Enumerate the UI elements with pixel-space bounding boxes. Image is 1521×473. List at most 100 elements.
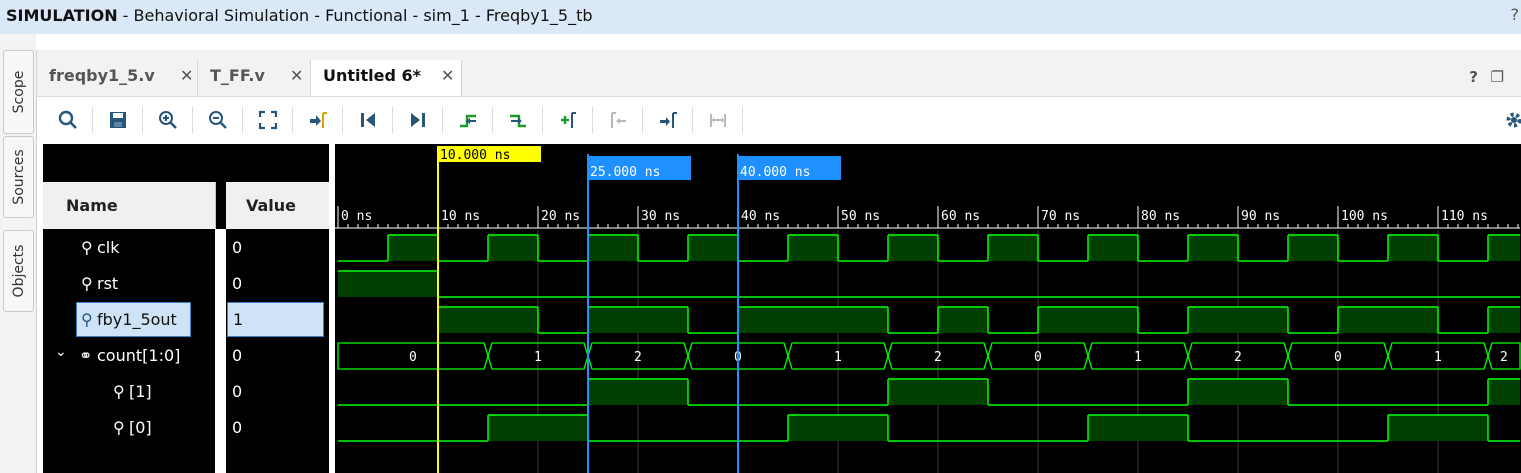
settings-icon[interactable]	[1503, 109, 1521, 131]
value-column-header[interactable]: Value	[226, 182, 329, 229]
bus-icon: ⚭	[79, 346, 93, 365]
fby1-5out-wave-high-fill	[1188, 307, 1288, 333]
help-button[interactable]: ?	[1511, 5, 1520, 24]
ruler-tick-label: 40 ns	[741, 209, 780, 224]
go-to-last-time-icon[interactable]	[407, 109, 429, 131]
side-tab-scope[interactable]: Scope	[3, 50, 34, 134]
clk-wave-high-fill	[588, 235, 638, 261]
count-bus-value: 1	[1434, 350, 1442, 365]
ruler-tick-label: 60 ns	[941, 209, 980, 224]
ruler-tick-label: 80 ns	[1141, 209, 1180, 224]
count1-wave-high-fill	[1188, 379, 1288, 405]
fby1-5out-wave-high-fill	[1038, 307, 1138, 333]
signal-value: 0	[232, 238, 243, 257]
count1-wave-high-fill	[588, 379, 688, 405]
fby1-5out-wave-high-fill	[438, 307, 538, 333]
count0-wave-high-fill	[1088, 415, 1188, 441]
ruler-tick-label: 30 ns	[641, 209, 680, 224]
window-title-bar: SIMULATION - Behavioral Simulation - Fun…	[0, 0, 1521, 34]
signal-row-rst[interactable]: ⚲ rst	[43, 266, 215, 302]
side-tab-objects[interactable]: Objects	[3, 230, 34, 312]
count-bus-value: 2	[934, 350, 942, 365]
name-column-header[interactable]: Name	[43, 182, 216, 229]
clk-wave-high-fill	[1388, 235, 1438, 261]
marker-label: 25.000 ns	[590, 165, 660, 180]
cursor-label: 10.000 ns	[440, 148, 510, 163]
wire-icon: ⚲	[113, 418, 125, 437]
swap-cursors-icon[interactable]	[707, 109, 729, 131]
count-bus-value: 1	[1134, 350, 1142, 365]
ruler-tick-label: 20 ns	[541, 209, 580, 224]
clk-wave-high-fill	[788, 235, 838, 261]
signal-row-count-1[interactable]: ⚲ [1]	[43, 374, 215, 410]
clk-wave-high-fill	[888, 235, 938, 261]
help-icon[interactable]: ?	[1469, 68, 1478, 86]
fby1-5out-wave-high-fill	[1338, 307, 1438, 333]
side-tab-strip: Scope Sources Objects	[0, 34, 36, 473]
go-to-cursor-icon[interactable]	[307, 109, 329, 131]
signal-value-selected[interactable]: 1	[227, 302, 324, 337]
rst-wave-high-fill	[338, 271, 438, 297]
previous-marker-icon[interactable]	[607, 109, 629, 131]
ruler-tick-label: 70 ns	[1041, 209, 1080, 224]
close-icon[interactable]: ✕	[441, 66, 454, 85]
signal-value: 0	[232, 346, 243, 365]
clk-wave-high-fill	[488, 235, 538, 261]
save-icon[interactable]	[107, 109, 129, 131]
count-bus-value: 1	[834, 350, 842, 365]
go-to-time-0-icon[interactable]	[357, 109, 379, 131]
ruler-tick-label: 90 ns	[1241, 209, 1280, 224]
zoom-fit-icon[interactable]	[257, 109, 279, 131]
count0-wave-high-fill	[488, 415, 588, 441]
side-tab-sources[interactable]: Sources	[3, 136, 34, 218]
signal-row-count[interactable]: ⌄ ⚭ count[1:0]	[43, 338, 215, 374]
signal-row-clk[interactable]: ⚲ clk	[43, 230, 215, 266]
count-bus-value: 0	[409, 350, 417, 365]
restore-icon[interactable]: ❐	[1491, 68, 1504, 86]
clk-wave-high-fill	[1188, 235, 1238, 261]
count1-wave-high-fill	[888, 379, 988, 405]
count1-wave-high-fill	[1488, 379, 1520, 405]
waveform-toolbar	[37, 97, 1521, 143]
ruler-tick-label: 10 ns	[441, 209, 480, 224]
clk-wave-high-fill	[388, 235, 438, 261]
previous-transition-icon[interactable]	[457, 109, 479, 131]
count-bus-value: 0	[1034, 350, 1042, 365]
fby1-5out-wave-high-fill	[938, 307, 988, 333]
signal-row-fby1-5out[interactable]: ⚲ fby1_5out	[76, 302, 191, 337]
waveform-viewer: Name Value ⚲ clk 0 ⚲ rst 0 ⚲ fby1_5out 1…	[43, 144, 1521, 473]
marker-label: 40.000 ns	[740, 165, 810, 180]
ruler-tick-label: 50 ns	[841, 209, 880, 224]
count-bus-value: 2	[1234, 350, 1242, 365]
add-marker-icon[interactable]	[557, 109, 579, 131]
fby1-5out-wave-high-fill	[588, 307, 688, 333]
clk-wave-high-fill	[1488, 235, 1520, 261]
ruler-tick-label: 0 ns	[341, 209, 372, 224]
signal-row-count-0[interactable]: ⚲ [0]	[43, 410, 215, 446]
next-transition-icon[interactable]	[507, 109, 529, 131]
signal-value: 0	[232, 274, 243, 293]
zoom-out-icon[interactable]	[207, 109, 229, 131]
count-bus-value: 2	[634, 350, 642, 365]
clk-wave-high-fill	[988, 235, 1038, 261]
next-marker-icon[interactable]	[657, 109, 679, 131]
ruler-tick-label: 100 ns	[1341, 209, 1388, 224]
count-bus-value: 2	[1500, 350, 1508, 365]
clk-wave-high-fill	[688, 235, 738, 261]
fby1-5out-wave-high-fill	[738, 307, 888, 333]
name-value-divider[interactable]	[215, 229, 226, 473]
close-icon[interactable]: ✕	[180, 66, 193, 85]
zoom-in-icon[interactable]	[157, 109, 179, 131]
wire-icon: ⚲	[113, 382, 125, 401]
count-bus-value: 0	[1334, 350, 1342, 365]
search-icon[interactable]	[57, 109, 79, 131]
close-icon[interactable]: ✕	[290, 66, 303, 85]
window-title: SIMULATION - Behavioral Simulation - Fun…	[6, 6, 593, 25]
waveform-canvas[interactable]: 0 ns 10 ns 20 ns 30 ns 40 ns 50 ns 60 ns 70 ns 8…	[335, 144, 1521, 473]
tab-freqby1-5-v[interactable]: freqby1_5.v ✕	[37, 60, 197, 96]
count0-wave-high-fill	[1388, 415, 1488, 441]
chevron-down-icon[interactable]: ⌄	[55, 344, 67, 360]
ruler-tick-label: 110 ns	[1441, 209, 1488, 224]
tab-t-ff-v[interactable]: T_FF.v ✕	[197, 60, 311, 96]
tab-untitled-6[interactable]: Untitled 6* ✕	[310, 60, 462, 96]
